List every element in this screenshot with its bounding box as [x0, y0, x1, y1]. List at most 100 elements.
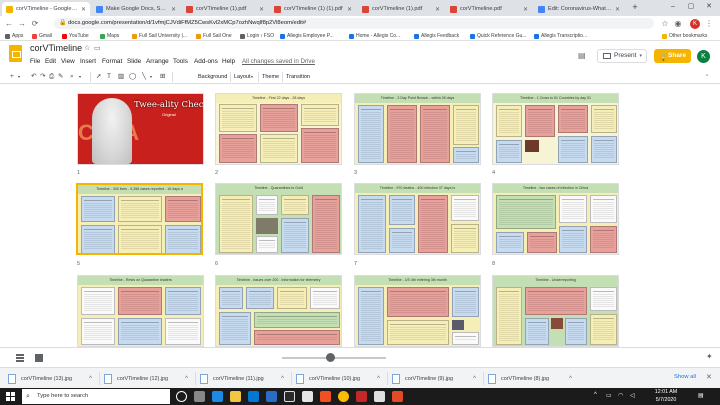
show-all-downloads-link[interactable]: Show all — [674, 374, 696, 380]
bookmark-allegis-transcription[interactable]: Allegis Transcriptio... — [534, 32, 587, 40]
chevron-up-icon[interactable]: ^ — [281, 376, 284, 382]
edge-icon[interactable] — [212, 391, 223, 402]
google-slides-logo-icon[interactable] — [9, 45, 22, 62]
tab-close-icon[interactable]: ✕ — [171, 6, 176, 13]
bookmark-gmail[interactable]: Gmail — [32, 32, 52, 40]
notifications-icon[interactable]: ▤ — [698, 392, 704, 399]
chevron-down-icon[interactable]: ▾ — [639, 50, 642, 62]
share-button[interactable]: 🔒 Share — [654, 49, 691, 63]
windows-start-icon[interactable] — [6, 392, 15, 401]
maximize-button[interactable]: ▢ — [682, 0, 700, 16]
zoom-dropdown-icon[interactable]: ▾ — [79, 72, 81, 82]
tab-close-icon[interactable]: ✕ — [347, 6, 352, 13]
menu-add-ons[interactable]: Add-ons — [194, 58, 218, 65]
chevron-up-icon[interactable]: ^ — [473, 376, 476, 382]
system-clock[interactable]: 12:01 AM 5/7/2020 — [646, 389, 686, 404]
slide-thumbnail-11[interactable]: Timeline - US 4th entering 3th month — [354, 275, 481, 347]
app-icon[interactable] — [284, 391, 295, 402]
tab-close-icon[interactable]: ✕ — [259, 6, 264, 13]
url-omnibox[interactable]: 🔒 docs.google.com/presentation/d/1vfmjCJ… — [54, 18, 654, 29]
bookmark-allegis-home[interactable]: Home - Allegis Co... — [349, 32, 400, 40]
transition-button[interactable]: Transition — [286, 72, 310, 82]
app-icon[interactable] — [374, 391, 385, 402]
comments-icon[interactable]: ▤ — [578, 51, 586, 60]
menu-format[interactable]: Format — [102, 58, 122, 65]
account-avatar[interactable]: K — [697, 50, 710, 63]
bookmark-star-icon[interactable]: ☆ — [660, 18, 670, 29]
bookmark-allegis-feedback[interactable]: Allegis Feedback — [414, 32, 459, 40]
slide-thumbnail-8[interactable]: Timeline - two cases of infection in Chi… — [492, 183, 619, 255]
slide-thumbnail-3[interactable]: Timeline - 3 Day Point Breach - within 2… — [354, 93, 481, 165]
pdf-reader-icon[interactable] — [356, 391, 367, 402]
mail-icon[interactable] — [266, 391, 277, 402]
slide-thumbnail-10[interactable]: Timeline - issues over 200 - Information… — [215, 275, 342, 347]
chrome-icon[interactable] — [338, 391, 349, 402]
select-cursor-icon[interactable]: ➚ — [96, 72, 101, 82]
new-slide-dropdown-icon[interactable]: ▾ — [18, 72, 20, 82]
tab-pdf-4[interactable]: corVTimeline.pdf ✕ — [446, 2, 532, 16]
menu-edit[interactable]: Edit — [45, 58, 56, 65]
bookmark-youtube[interactable]: YouTube — [62, 32, 89, 40]
comment-add-icon[interactable]: ⊞ — [160, 72, 165, 82]
undo-icon[interactable]: ↶ — [31, 72, 36, 82]
profile-avatar[interactable]: K — [690, 19, 700, 29]
layout-button[interactable]: Layout — [234, 72, 251, 82]
chevron-up-icon[interactable]: ^ — [377, 376, 380, 382]
tab-close-icon[interactable]: ✕ — [615, 6, 620, 13]
zoom-icon[interactable]: ⌕ — [70, 72, 74, 82]
forward-arrow-icon[interactable]: → — [17, 18, 27, 29]
tab-close-icon[interactable]: ✕ — [523, 6, 528, 13]
slide-thumbnail-7[interactable]: Timeline - 970 deaths - 400 infection 37… — [354, 183, 481, 255]
menu-slide[interactable]: Slide — [127, 58, 141, 65]
minimize-button[interactable]: – — [664, 0, 682, 16]
slide-thumbnail-6[interactable]: Timeline - Quarantines to Gold — [215, 183, 342, 255]
text-box-icon[interactable]: T — [107, 72, 111, 82]
zoom-slider-handle[interactable] — [326, 353, 335, 362]
star-icon[interactable]: ☆ — [84, 44, 90, 52]
store-icon[interactable] — [248, 391, 259, 402]
download-item[interactable]: corVTimeline (8).jpg ^ — [484, 371, 576, 386]
redo-icon[interactable]: ↷ — [40, 72, 45, 82]
line-icon[interactable]: ╲ — [142, 72, 146, 82]
download-item[interactable]: corVTimeline (10).jpg ^ — [292, 371, 384, 386]
battery-icon[interactable]: ▭ — [606, 392, 612, 399]
volume-icon[interactable]: ◁ — [630, 392, 635, 399]
new-slide-plus-icon[interactable]: + — [10, 72, 14, 82]
bookmark-login-fso[interactable]: Login ‹ FSO — [240, 32, 274, 40]
extension-icon[interactable]: ◉ — [673, 18, 683, 29]
tab-pdf-1[interactable]: corVTimeline (1).pdf ✕ — [182, 2, 268, 16]
back-arrow-icon[interactable]: ← — [4, 18, 14, 29]
app-icon[interactable] — [392, 391, 403, 402]
menu-insert[interactable]: Insert — [80, 58, 96, 65]
explore-icon[interactable]: ✦ — [706, 352, 713, 361]
print-icon[interactable]: ⎙ — [49, 72, 54, 82]
theme-button[interactable]: Theme — [262, 72, 279, 82]
tab-edit-coronavirus[interactable]: Edit: Coronavirus-What do ✕ — [534, 2, 624, 16]
save-status[interactable]: All changes saved in Drive — [242, 58, 315, 65]
background-button[interactable]: Background — [198, 72, 227, 82]
slide-thumbnail-4[interactable]: Timeline - 1 Cross to 51 Countries by da… — [492, 93, 619, 165]
chrome-menu-icon[interactable]: ⋮ — [704, 18, 714, 29]
task-view-icon[interactable] — [194, 391, 205, 402]
tab-close-icon[interactable]: ✕ — [435, 6, 440, 13]
tab-pdf-3[interactable]: corVTimeline (1).pdf ✕ — [358, 2, 444, 16]
menu-arrange[interactable]: Arrange — [146, 58, 169, 65]
slide-thumbnail-12[interactable]: Timeline - Underreporting — [492, 275, 619, 347]
slide-thumbnail-9[interactable]: Timeline - Rests on Quarantine leaders — [77, 275, 204, 347]
bookmark-quick-reference[interactable]: Quick Reference Gu... — [470, 32, 526, 40]
download-item[interactable]: corVTimeline (12).jpg ^ — [100, 371, 192, 386]
line-dropdown-icon[interactable]: ▾ — [150, 72, 152, 82]
taskbar-search-input[interactable]: ⌕ Type here to search — [22, 389, 170, 404]
close-window-button[interactable]: ✕ — [700, 0, 718, 16]
slide-thumbnail-2[interactable]: Timeline - First 22 days - 28 days — [215, 93, 342, 165]
chevron-up-icon[interactable]: ^ — [185, 376, 188, 382]
new-tab-button[interactable]: + — [626, 0, 644, 16]
shape-icon[interactable]: ◯ — [129, 72, 136, 82]
bookmark-apps[interactable]: Apps — [5, 32, 23, 40]
menu-file[interactable]: File — [30, 58, 40, 65]
chevron-up-icon[interactable]: ^ — [89, 376, 92, 382]
filmstrip-view-icon[interactable] — [16, 354, 24, 362]
tray-chevron-icon[interactable]: ^ — [594, 392, 597, 398]
slide-thumbnail-5[interactable]: Timeline - 300 lives - 9,356 cases repor… — [76, 183, 203, 255]
grid-view-icon[interactable] — [35, 354, 43, 362]
